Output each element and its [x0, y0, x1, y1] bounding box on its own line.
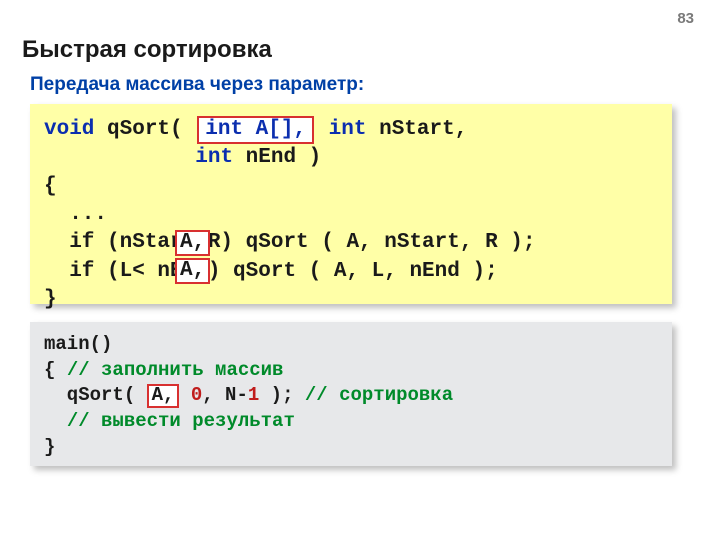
code-block-qsort: void qSort( int A[], int nStart, int nEn…: [30, 104, 672, 304]
kw-int1: int: [316, 118, 366, 141]
param-nstart: nStart,: [367, 118, 468, 141]
brace-close-2: }: [44, 436, 55, 458]
code-block-main: main() { // заполнить массив qSort( A, 0…: [30, 322, 672, 466]
kw-void: void: [44, 118, 94, 141]
highlight-a-3: A,: [147, 384, 180, 408]
lit-zero: 0: [179, 384, 202, 406]
brace-open: {: [44, 175, 57, 198]
param-nend: nEnd ): [233, 146, 321, 169]
dots: ...: [44, 203, 107, 226]
call-end: );: [259, 384, 305, 406]
kw-int2: int: [195, 146, 233, 169]
call-mid: , N-: [202, 384, 248, 406]
highlight-a-2: A,: [175, 258, 210, 284]
comment-sort: // сортировка: [305, 384, 453, 406]
call-pre: qSort(: [44, 384, 147, 406]
param-text: int A[],: [205, 118, 306, 141]
if-line-1: if (nStart<R) qSort ( A, nStart, R );: [44, 231, 535, 254]
brace-open-2: {: [44, 359, 67, 381]
lit-one: 1: [248, 384, 259, 406]
cm-out-pre: [44, 410, 67, 432]
page-title: Быстрая сортировка: [22, 36, 272, 64]
highlight-a-1: A,: [175, 230, 210, 256]
page-number: 83: [677, 10, 694, 27]
page-subtitle: Передача массива через параметр:: [30, 74, 364, 96]
main-decl: main(): [44, 333, 112, 355]
indent: [44, 146, 195, 169]
highlight-param-decl: int A[],: [197, 116, 314, 144]
comment-out: // вывести результат: [67, 410, 295, 432]
if-line-2: if (L< nEnd) qSort ( A, L, nEnd );: [44, 260, 498, 283]
brace-close: }: [44, 288, 57, 311]
fn-name: qSort(: [94, 118, 195, 141]
comment-fill: // заполнить массив: [67, 359, 284, 381]
